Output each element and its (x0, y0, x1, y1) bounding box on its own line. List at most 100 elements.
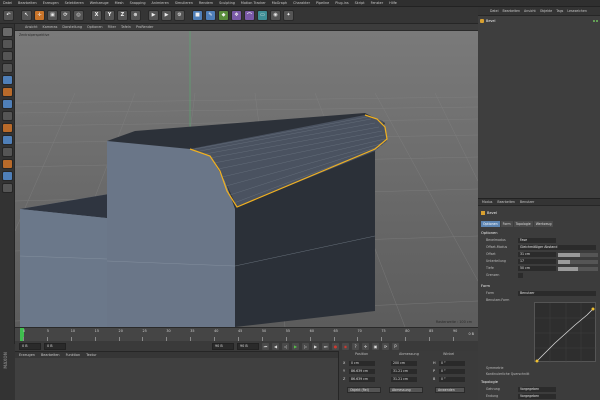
menu-item[interactable]: Plug-ins (335, 1, 348, 5)
subdivision-field[interactable]: 17 (518, 259, 556, 264)
menu-item[interactable]: Motion Tracker (241, 1, 266, 5)
quantize-icon[interactable] (1, 159, 13, 169)
obj-menu-view[interactable]: Ansicht (524, 9, 536, 13)
axis-z-button[interactable]: Z (117, 9, 128, 21)
coord-size-x[interactable]: 200 cm (391, 361, 417, 366)
max-frame-field[interactable]: 90 B (237, 342, 259, 350)
menu-item[interactable]: Sculpting (219, 1, 235, 5)
menu-item[interactable]: Simulieren (175, 1, 193, 5)
move-tool-icon[interactable]: ✛ (34, 9, 45, 21)
position-key-icon[interactable]: ✛ (362, 342, 369, 350)
viewport-menu-display[interactable]: Darstellung (62, 25, 82, 29)
menu-item[interactable]: Skript (355, 1, 365, 5)
mitering-select[interactable]: Vorgegeben (518, 387, 556, 392)
menu-item[interactable]: Pipeline (316, 1, 329, 5)
start-frame-field[interactable]: 0 B (19, 342, 41, 350)
ending-select[interactable]: Vorgegeben (518, 394, 556, 399)
light-icon[interactable]: ✦ (283, 9, 294, 21)
coord-size-y[interactable]: 31.21 cm (391, 369, 417, 374)
coord-pos-z[interactable]: 86.639 cm (349, 377, 375, 382)
go-to-start-icon[interactable]: ⏮ (262, 342, 269, 350)
viewport-menu-panels[interactable]: Tafeln (121, 25, 131, 29)
obj-menu-tags[interactable]: Tags (556, 9, 563, 13)
menu-item[interactable]: Charakter (293, 1, 310, 5)
user-form-curve-editor[interactable] (534, 302, 597, 363)
array-icon[interactable]: ❖ (231, 9, 242, 21)
offset-slider[interactable] (558, 252, 598, 257)
menu-item[interactable]: Animieren (152, 1, 169, 5)
autokey-icon[interactable]: ◉ (342, 342, 349, 350)
viewport-menu-prorender[interactable]: ProRender (136, 25, 153, 29)
visibility-dots[interactable] (593, 20, 598, 22)
points-mode-icon[interactable] (1, 75, 13, 85)
render-settings-icon[interactable]: ⚙ (174, 9, 185, 21)
end-frame-field[interactable]: 90 B (212, 342, 234, 350)
menu-item[interactable]: Rendern (199, 1, 213, 5)
menu-item[interactable]: Fenster (371, 1, 384, 5)
make-editable-icon[interactable] (1, 27, 13, 37)
axis-x-button[interactable]: X (91, 9, 102, 21)
coord-pos-x[interactable]: 0 cm (349, 361, 375, 366)
cube-icon[interactable]: ■ (192, 9, 203, 21)
attr-menu-edit[interactable]: Bearbeiten (497, 200, 515, 204)
rotation-key-icon[interactable]: ⟳ (382, 342, 389, 350)
next-frame-icon[interactable]: ▷ (302, 342, 309, 350)
live-selection-icon[interactable]: ↖ (21, 9, 32, 21)
menu-item[interactable]: Werkzeuge (90, 1, 109, 5)
bevel-mode-select[interactable]: Fase (518, 238, 556, 243)
coord-rot-p[interactable]: 0 ° (439, 369, 465, 374)
menu-item[interactable]: Datei (3, 1, 12, 5)
snapping-icon[interactable] (1, 147, 13, 157)
obj-menu-file[interactable]: Datei (490, 9, 499, 13)
timeline[interactable]: 0 B 0 5 10 15 20 25 30 35 40 45 50 55 60 65 70 75 80 85 90 (15, 327, 478, 342)
object-list[interactable]: Bevel (478, 16, 600, 198)
rotate-tool-icon[interactable]: ⟳ (60, 9, 71, 21)
tweak-mode-icon[interactable] (1, 135, 13, 145)
offset-mode-select[interactable]: Gleichmäßiger Abstand (518, 245, 596, 250)
material-menu-edit[interactable]: Bearbeiten (41, 353, 60, 357)
menu-item[interactable]: Selektieren (65, 1, 84, 5)
viewport-menu-filter[interactable]: Filter (108, 25, 116, 29)
floor-icon[interactable]: ▭ (257, 9, 268, 21)
key-selection-icon[interactable]: ? (352, 342, 359, 350)
edges-mode-icon[interactable] (1, 87, 13, 97)
workplane-icon[interactable] (1, 63, 13, 73)
subdivision-icon[interactable]: ◆ (218, 9, 229, 21)
material-menu-texture[interactable]: Textur (86, 353, 96, 357)
coord-pos-y[interactable]: 86.639 cm (349, 369, 375, 374)
coord-size-select[interactable]: Abmessung (389, 387, 423, 393)
coord-rot-b[interactable]: 0 ° (439, 377, 465, 382)
menu-item[interactable]: Erzeugen (43, 1, 59, 5)
material-menu-create[interactable]: Erzeugen (19, 353, 35, 357)
go-to-end-icon[interactable]: ⏭ (322, 342, 329, 350)
coord-size-z[interactable]: 31.21 cm (391, 377, 417, 382)
polygons-mode-icon[interactable] (1, 99, 13, 109)
previous-key-icon[interactable]: ◀ (272, 342, 279, 350)
previous-frame-icon[interactable]: ◁ (282, 342, 289, 350)
menu-item[interactable]: Snapping (130, 1, 146, 5)
coord-rot-h[interactable]: 0 ° (439, 361, 465, 366)
viewport-menu-options[interactable]: Optionen (87, 25, 103, 29)
current-frame-field[interactable]: 0 B (44, 342, 66, 350)
scale-key-icon[interactable]: ▣ (372, 342, 379, 350)
obj-menu-objects[interactable]: Objekte (540, 9, 552, 13)
tab-options[interactable]: Optionen (481, 221, 500, 227)
depth-field[interactable]: 50 cm (518, 266, 556, 271)
tab-topology[interactable]: Topologie (513, 221, 533, 227)
recent-tools-icon[interactable]: ◎ (73, 9, 84, 21)
menu-item[interactable]: Mesh (115, 1, 124, 5)
solo-icon[interactable] (1, 183, 13, 193)
form-select[interactable]: Benutzer (518, 291, 596, 296)
texture-mode-icon[interactable] (1, 51, 13, 61)
scale-tool-icon[interactable]: ▣ (47, 9, 58, 21)
attr-menu-user[interactable]: Benutzer (520, 200, 534, 204)
coordinate-system-icon[interactable]: ⊕ (130, 9, 141, 21)
undo-icon[interactable]: ↶ (3, 9, 14, 21)
coord-mode-select[interactable]: Objekt (Rel) (347, 387, 381, 393)
parameter-key-icon[interactable]: P (392, 342, 399, 350)
menu-item[interactable]: Hilfe (389, 1, 397, 5)
menu-item[interactable]: Bearbeiten (18, 1, 37, 5)
tab-tool[interactable]: Werkzeug (533, 221, 554, 227)
model-mode-icon[interactable] (1, 39, 13, 49)
obj-menu-bookmarks[interactable]: Lesezeichen (567, 9, 587, 13)
